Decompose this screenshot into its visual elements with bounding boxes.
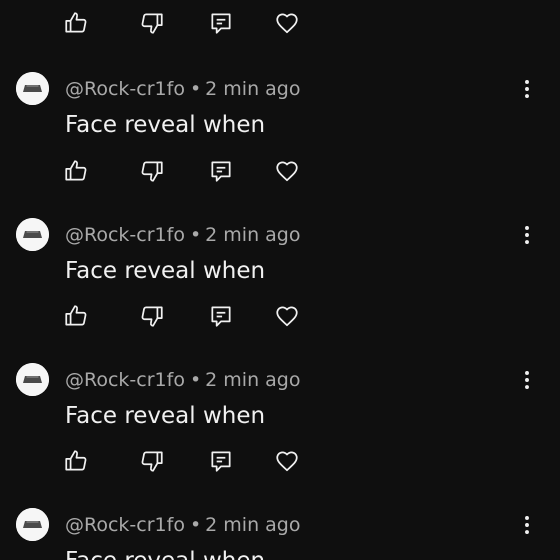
- heart-icon[interactable]: [274, 10, 300, 36]
- heart-icon[interactable]: [274, 158, 300, 184]
- reply-icon[interactable]: [208, 158, 234, 184]
- comment-actions: [0, 158, 560, 188]
- avatar[interactable]: [16, 218, 49, 251]
- meta-separator: •: [189, 224, 202, 246]
- comment-item: @Rock-cr1fo•2 min ago Face reveal when: [0, 363, 560, 508]
- comments-feed: @Rock-cr1fo•2 min ago Face reveal when: [0, 0, 560, 560]
- thumbs-up-icon[interactable]: [63, 10, 89, 36]
- comment-text: Face reveal when: [65, 546, 265, 560]
- thumbs-up-icon[interactable]: [63, 448, 89, 474]
- comment-item: @Rock-cr1fo•2 min ago Face reveal when: [0, 72, 560, 217]
- comment-author[interactable]: @Rock-cr1fo: [65, 369, 185, 391]
- comment-author[interactable]: @Rock-cr1fo: [65, 514, 185, 536]
- comment-text: Face reveal when: [65, 258, 266, 284]
- meta-separator: •: [189, 369, 202, 391]
- thumbs-down-icon[interactable]: [139, 10, 165, 36]
- comment-item: @Rock-cr1fo•2 min ago Face reveal when: [0, 508, 560, 560]
- comment-actions: [0, 303, 560, 333]
- reply-icon[interactable]: [208, 10, 234, 36]
- thumbs-down-icon[interactable]: [139, 303, 165, 329]
- comment-text: Face reveal when: [65, 403, 266, 429]
- thumbs-up-icon[interactable]: [63, 158, 89, 184]
- comment-actions-previous: [0, 10, 560, 40]
- comment-meta: @Rock-cr1fo • 2 min ago: [65, 367, 300, 393]
- meta-separator: •: [189, 78, 202, 100]
- avatar-image: [16, 72, 49, 105]
- heart-icon[interactable]: [274, 448, 300, 474]
- more-vert-icon[interactable]: [514, 512, 540, 538]
- reply-icon[interactable]: [208, 448, 234, 474]
- comment-time: 2 min ago: [205, 78, 301, 100]
- avatar[interactable]: [16, 508, 49, 541]
- comment-meta: @Rock-cr1fo • 2 min ago: [65, 222, 300, 248]
- comment-time: 2 min ago: [205, 369, 301, 391]
- meta-separator: •: [189, 514, 202, 536]
- reply-icon[interactable]: [208, 303, 234, 329]
- more-vert-icon[interactable]: [514, 222, 540, 248]
- more-vert-icon[interactable]: [514, 76, 540, 102]
- thumbs-up-icon[interactable]: [63, 303, 89, 329]
- comment-meta: @Rock-cr1fo • 2 min ago: [65, 512, 300, 538]
- thumbs-down-icon[interactable]: [139, 448, 165, 474]
- heart-icon[interactable]: [274, 303, 300, 329]
- avatar[interactable]: [16, 72, 49, 105]
- avatar[interactable]: [16, 363, 49, 396]
- avatar-image: [16, 363, 49, 396]
- avatar-image: [16, 218, 49, 251]
- avatar-image: [16, 508, 49, 541]
- comment-author[interactable]: @Rock-cr1fo: [65, 224, 185, 246]
- comment-time: 2 min ago: [205, 224, 301, 246]
- thumbs-down-icon[interactable]: [139, 158, 165, 184]
- comment-text: Face reveal when: [65, 112, 266, 138]
- comment-actions: [0, 448, 560, 478]
- comment-author[interactable]: @Rock-cr1fo: [65, 78, 185, 100]
- comment-meta: @Rock-cr1fo • 2 min ago: [65, 76, 300, 102]
- more-vert-icon[interactable]: [514, 367, 540, 393]
- comment-time: 2 min ago: [205, 514, 301, 536]
- comment-item: @Rock-cr1fo•2 min ago Face reveal when: [0, 218, 560, 363]
